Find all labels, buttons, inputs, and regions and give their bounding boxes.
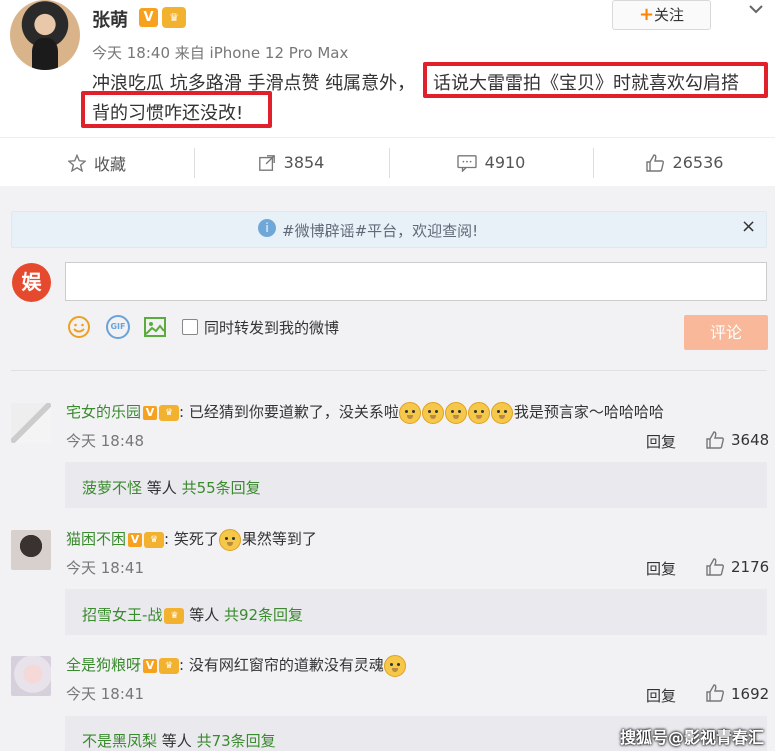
reply-mid: 等人 bbox=[157, 732, 192, 750]
post-meta: 今天 18:40 来自 iPhone 12 Pro Max bbox=[92, 44, 349, 62]
commenter-avatar[interactable] bbox=[11, 530, 51, 570]
doge-emoji-icon bbox=[383, 654, 406, 677]
reply-count[interactable]: 共92条回复 bbox=[219, 606, 303, 624]
commenter-avatar[interactable] bbox=[11, 656, 51, 696]
like-count: 26536 bbox=[672, 153, 724, 172]
repost-checkbox[interactable] bbox=[182, 319, 198, 335]
share-icon bbox=[258, 154, 275, 171]
follow-label: 关注 bbox=[654, 6, 685, 24]
my-avatar[interactable]: 娱 bbox=[12, 263, 51, 302]
comment-time: 今天 18:48 bbox=[66, 432, 144, 450]
comment-2: 猫困不困 V ♛: 笑死了 果然等到了 bbox=[66, 528, 317, 551]
comment-text: 笑死了 bbox=[173, 530, 219, 548]
doge-emoji-icon bbox=[444, 401, 467, 424]
vip-crown-icon: ♛ bbox=[162, 7, 186, 28]
vip-crown-icon: ♛ bbox=[159, 404, 180, 421]
submit-comment-button[interactable]: 评论 bbox=[684, 315, 768, 350]
verified-badge-icon: V bbox=[143, 405, 158, 420]
reply-summary-text[interactable]: 菠萝不怪 等人 共55条回复 bbox=[82, 477, 261, 498]
reply-button[interactable]: 回复 bbox=[646, 558, 676, 579]
star-icon bbox=[67, 153, 86, 172]
comment-text: 已经猜到你要道歉了，没关系啦 bbox=[188, 403, 399, 421]
reply-button[interactable]: 回复 bbox=[646, 685, 676, 706]
repost-checkbox-label: 同时转发到我的微博 bbox=[204, 319, 340, 337]
action-bar: 收藏 3854 4910 26536 bbox=[0, 137, 775, 186]
doge-emoji-icon bbox=[398, 401, 421, 424]
comment-1: 宅女的乐园 V ♛: 已经猜到你要道歉了，没关系啦 我是预言家～哈哈哈哈 bbox=[66, 401, 664, 424]
comment-button[interactable]: 4910 bbox=[389, 138, 593, 187]
reply-summary-text[interactable]: 不是黑凤梨 等人 共73条回复 bbox=[82, 730, 276, 751]
author-name[interactable]: 张萌 bbox=[92, 6, 128, 32]
reply-count[interactable]: 共55条回复 bbox=[177, 479, 261, 497]
follow-button[interactable]: +关注 bbox=[612, 0, 711, 30]
reply-user[interactable]: 招雪女王-战 bbox=[82, 606, 162, 624]
comment-text: 没有网红窗帘的道歉没有灵魂 bbox=[188, 656, 384, 674]
reply-summary-text[interactable]: 招雪女王-战 ♛ 等人 共92条回复 bbox=[82, 604, 303, 625]
comment-3: 全是狗粮呀 V ♛: 没有网红窗帘的道歉没有灵魂 bbox=[66, 654, 407, 677]
verified-badge-icon: V bbox=[143, 658, 158, 673]
comment-time: 今天 18:41 bbox=[66, 685, 144, 703]
comment-like-count: 3648 bbox=[731, 431, 770, 449]
favorite-button[interactable]: 收藏 bbox=[0, 138, 194, 187]
doge-emoji-icon bbox=[467, 401, 490, 424]
divider bbox=[11, 370, 767, 371]
favorite-label: 收藏 bbox=[93, 154, 126, 174]
like-button[interactable]: 26536 bbox=[593, 138, 775, 187]
repost-button[interactable]: 3854 bbox=[194, 138, 388, 187]
comment-time: 今天 18:41 bbox=[66, 559, 144, 577]
post-text-highlight-2: 背的习惯咋还没改! bbox=[92, 103, 244, 124]
author-avatar[interactable] bbox=[10, 0, 80, 70]
watermark: 搜狐号@影视青春汇 bbox=[620, 728, 765, 747]
doge-emoji-icon bbox=[218, 528, 241, 551]
reply-mid: 等人 bbox=[142, 479, 177, 497]
reply-mid: 等人 bbox=[184, 606, 220, 624]
thumbs-up-icon[interactable] bbox=[705, 557, 725, 577]
vip-crown-icon: ♛ bbox=[144, 531, 165, 548]
doge-emoji-icon bbox=[490, 401, 513, 424]
thumbs-up-icon bbox=[645, 153, 664, 172]
comment-input[interactable] bbox=[65, 262, 767, 301]
comment-text-after: 我是预言家～哈哈哈哈 bbox=[513, 403, 664, 421]
chevron-down-icon[interactable] bbox=[744, 0, 768, 20]
reply-user[interactable]: 不是黑凤梨 bbox=[82, 732, 157, 750]
comment-icon bbox=[456, 154, 477, 172]
verified-badge-icon: V bbox=[128, 532, 143, 547]
vip-crown-icon: ♛ bbox=[159, 657, 180, 674]
thumbs-up-icon[interactable] bbox=[705, 430, 725, 450]
notice-text[interactable]: #微博辟谣#平台，欢迎查阅! bbox=[282, 220, 478, 241]
commenter-name[interactable]: 宅女的乐园 bbox=[66, 403, 141, 421]
doge-emoji-icon bbox=[421, 401, 444, 424]
emoji-icon[interactable] bbox=[67, 315, 91, 339]
thumbs-up-icon[interactable] bbox=[705, 683, 725, 703]
info-icon: i bbox=[258, 219, 276, 237]
comment-like-count: 2176 bbox=[731, 558, 770, 576]
reply-button[interactable]: 回复 bbox=[646, 431, 676, 452]
vip-crown-icon: ♛ bbox=[164, 607, 185, 624]
comment-count: 4910 bbox=[484, 153, 526, 172]
gif-icon[interactable]: GIF bbox=[106, 315, 130, 339]
commenter-name[interactable]: 猫困不困 bbox=[66, 530, 126, 548]
post-text-highlight-1: 话说大雷雷拍《宝贝》时就喜欢勾肩搭 bbox=[433, 73, 739, 94]
repost-count: 3854 bbox=[283, 153, 325, 172]
commenter-avatar[interactable] bbox=[11, 403, 51, 443]
reply-count[interactable]: 共73条回复 bbox=[192, 732, 276, 750]
commenter-name[interactable]: 全是狗粮呀 bbox=[66, 656, 141, 674]
close-icon[interactable]: × bbox=[741, 216, 756, 237]
plus-icon: + bbox=[638, 4, 655, 25]
reply-user[interactable]: 菠萝不怪 bbox=[82, 479, 142, 497]
verified-badge-icon: V bbox=[139, 8, 158, 27]
comment-like-count: 1692 bbox=[731, 685, 770, 703]
comment-text-after: 果然等到了 bbox=[241, 530, 317, 548]
image-icon[interactable] bbox=[143, 315, 167, 339]
